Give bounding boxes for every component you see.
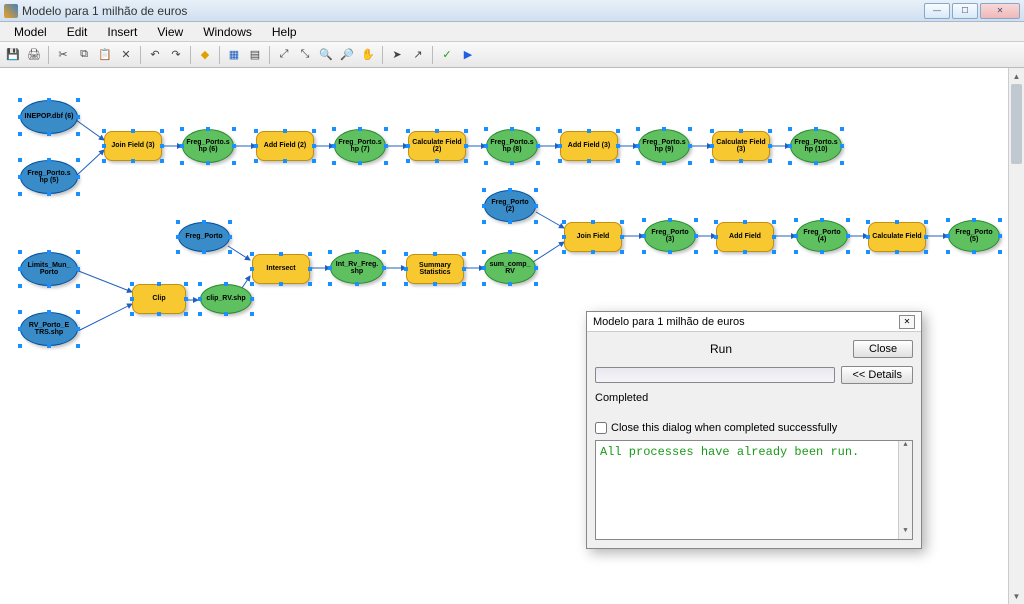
dialog-titlebar[interactable]: Modelo para 1 milhão de euros ✕ xyxy=(587,312,921,332)
menu-bar: Model Edit Insert View Windows Help xyxy=(0,22,1024,42)
connect-icon[interactable]: ↗ xyxy=(409,46,427,64)
message-text: All processes have already been run. xyxy=(600,445,859,459)
node-freg-porto-s5[interactable]: Freg_Porto.s hp (5) xyxy=(20,160,78,194)
node-freg-porto[interactable]: Freg_Porto xyxy=(178,222,230,252)
window-titlebar: Modelo para 1 milhão de euros — ☐ ✕ xyxy=(0,0,1024,22)
node-add-field-2[interactable]: Add Field (2) xyxy=(256,131,314,161)
details-button[interactable]: << Details xyxy=(841,366,913,384)
node-freg-porto-3[interactable]: Freg_Porto (3) xyxy=(644,220,696,252)
menu-view[interactable]: View xyxy=(147,23,193,41)
zoom-out-icon[interactable]: 🔎 xyxy=(338,46,356,64)
app-icon xyxy=(4,4,18,18)
node-calc-field-3[interactable]: Calculate Field (3) xyxy=(712,131,770,161)
message-box: All processes have already been run. ▲ ▼ xyxy=(595,440,913,540)
zoom-actual-icon[interactable]: ⤡ xyxy=(296,46,314,64)
run-label: Run xyxy=(595,342,847,356)
status-text: Completed xyxy=(595,392,913,404)
scroll-down-icon[interactable]: ▼ xyxy=(1009,588,1024,604)
node-freg-porto-2[interactable]: Freg_Porto (2) xyxy=(484,190,536,222)
node-freg-porto-5[interactable]: Freg_Porto (5) xyxy=(948,220,1000,252)
node-int-rv-freg[interactable]: Int_Rv_Freg. shp xyxy=(330,252,384,284)
scroll-up-icon[interactable]: ▲ xyxy=(1009,68,1024,84)
checkbox-label: Close this dialog when completed success… xyxy=(611,422,837,434)
message-scrollbar[interactable]: ▲ ▼ xyxy=(898,441,912,539)
close-button[interactable]: ✕ xyxy=(980,3,1020,19)
menu-model[interactable]: Model xyxy=(4,23,57,41)
save-icon[interactable]: 💾 xyxy=(4,46,22,64)
dialog-title: Modelo para 1 milhão de euros xyxy=(593,316,745,328)
node-summary-stats[interactable]: Summary Statistics xyxy=(406,254,464,284)
select-icon[interactable]: ➤ xyxy=(388,46,406,64)
model-canvas[interactable]: INEPOP.dbf (6) Freg_Porto.s hp (5) Join … xyxy=(0,68,1024,604)
run-icon[interactable]: ▶ xyxy=(459,46,477,64)
node-freg-porto-4[interactable]: Freg_Porto (4) xyxy=(796,220,848,252)
toolbar: 💾 🖨 ✂ ⧉ 📋 ✕ ↶ ↷ ◆ ▦ ▤ ⤢ ⤡ 🔍 🔎 ✋ ➤ ↗ ✓ ▶ xyxy=(0,42,1024,68)
copy-icon[interactable]: ⧉ xyxy=(75,46,93,64)
node-calc-field-2[interactable]: Calculate Field (2) xyxy=(408,131,466,161)
pan-icon[interactable]: ✋ xyxy=(359,46,377,64)
node-calc-field[interactable]: Calculate Field xyxy=(868,222,926,252)
add-data-icon[interactable]: ◆ xyxy=(196,46,214,64)
undo-icon[interactable]: ↶ xyxy=(146,46,164,64)
menu-windows[interactable]: Windows xyxy=(193,23,262,41)
node-intersect[interactable]: Intersect xyxy=(252,254,310,284)
node-add-field-3[interactable]: Add Field (3) xyxy=(560,131,618,161)
close-on-complete-checkbox[interactable]: Close this dialog when completed success… xyxy=(595,422,913,434)
scroll-thumb[interactable] xyxy=(1011,84,1022,164)
node-rv-porto-etrs[interactable]: RV_Porto_E TRS.shp xyxy=(20,312,78,346)
redo-icon[interactable]: ↷ xyxy=(167,46,185,64)
node-sum-comp-rv[interactable]: sum_comp_ RV xyxy=(484,252,536,284)
print-icon[interactable]: 🖨 xyxy=(25,46,43,64)
menu-edit[interactable]: Edit xyxy=(57,23,98,41)
node-freg-porto-s6[interactable]: Freg_Porto.s hp (6) xyxy=(182,129,234,163)
node-join-field-3[interactable]: Join Field (3) xyxy=(104,131,162,161)
close-button-dialog[interactable]: Close xyxy=(853,340,913,358)
grid-icon[interactable]: ▦ xyxy=(225,46,243,64)
dialog-close-icon[interactable]: ✕ xyxy=(899,315,915,329)
node-add-field[interactable]: Add Field xyxy=(716,222,774,252)
run-dialog[interactable]: Modelo para 1 milhão de euros ✕ Run Clos… xyxy=(586,311,922,549)
node-freg-porto-s10[interactable]: Freg_Porto.s hp (10) xyxy=(790,129,842,163)
paste-icon[interactable]: 📋 xyxy=(96,46,114,64)
canvas-scrollbar[interactable]: ▲ ▼ xyxy=(1008,68,1024,604)
window-title: Modelo para 1 milhão de euros xyxy=(22,4,924,18)
node-freg-porto-s7[interactable]: Freg_Porto.s hp (7) xyxy=(334,129,386,163)
node-clip[interactable]: Clip xyxy=(132,284,186,314)
maximize-button[interactable]: ☐ xyxy=(952,3,978,19)
zoom-extent-icon[interactable]: ⤢ xyxy=(275,46,293,64)
cut-icon[interactable]: ✂ xyxy=(54,46,72,64)
node-clip-rv[interactable]: clip_RV.shp xyxy=(200,284,252,314)
node-inepop[interactable]: INEPOP.dbf (6) xyxy=(20,100,78,134)
node-freg-porto-s9[interactable]: Freg_Porto.s hp (9) xyxy=(638,129,690,163)
node-freg-porto-s8[interactable]: Freg_Porto.s hp (8) xyxy=(486,129,538,163)
node-limits-mun[interactable]: Limits_Mun_ Porto xyxy=(20,252,78,286)
progress-bar xyxy=(595,367,835,383)
node-join-field[interactable]: Join Field xyxy=(564,222,622,252)
zoom-in-icon[interactable]: 🔍 xyxy=(317,46,335,64)
minimize-button[interactable]: — xyxy=(924,3,950,19)
checkbox-input[interactable] xyxy=(595,422,607,434)
menu-help[interactable]: Help xyxy=(262,23,307,41)
menu-insert[interactable]: Insert xyxy=(97,23,147,41)
delete-icon[interactable]: ✕ xyxy=(117,46,135,64)
layout-icon[interactable]: ▤ xyxy=(246,46,264,64)
validate-icon[interactable]: ✓ xyxy=(438,46,456,64)
